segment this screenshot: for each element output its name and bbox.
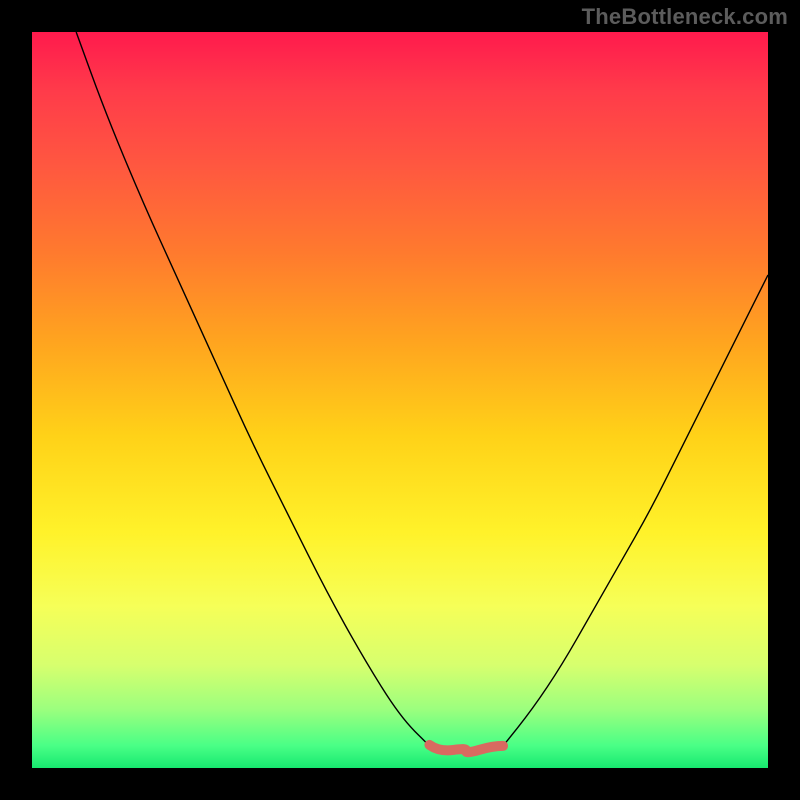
min-band (429, 745, 503, 752)
curve-right-branch (503, 275, 768, 746)
watermark-text: TheBottleneck.com (582, 4, 788, 30)
chart-frame: TheBottleneck.com (0, 0, 800, 800)
curve-svg (32, 32, 768, 768)
curve-left-branch (76, 32, 429, 746)
plot-area (32, 32, 768, 768)
